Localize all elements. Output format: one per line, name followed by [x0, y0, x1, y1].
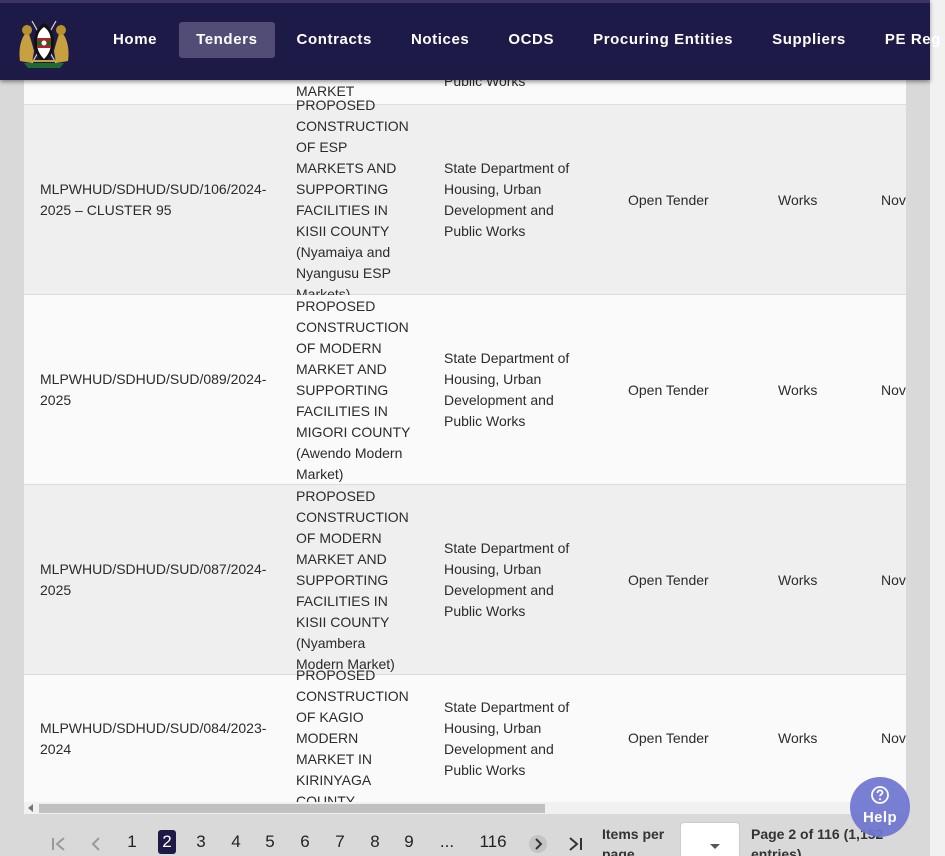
nav-home[interactable]: Home	[96, 22, 174, 58]
prev-page-icon[interactable]	[90, 836, 102, 852]
table-row[interactable]: MLPWHUD/SDHUD/SUD/084/2023-2024 PROPOSED…	[24, 667, 906, 802]
tender-title: PROPOSED CONSTRUCTION OF MODERN MARKET A…	[296, 297, 411, 482]
tender-reference: MLPWHUD/SDHUD/SUD/089/2024-2025	[40, 371, 267, 408]
table-row[interactable]: MARKET Public Works	[24, 80, 906, 105]
page-link-current[interactable]: 2	[158, 830, 176, 854]
tender-title: PROPOSED CONSTRUCTION OF MODERN MARKET A…	[296, 487, 409, 672]
page-link-4[interactable]: 4	[228, 830, 244, 854]
procurement-category: Works	[778, 191, 818, 208]
page-link-6[interactable]: 6	[297, 830, 313, 854]
page-link-5[interactable]: 5	[262, 830, 278, 854]
page-link-8[interactable]: 8	[367, 830, 383, 854]
procurement-method: Open Tender	[628, 571, 709, 588]
procurement-category: Works	[778, 571, 818, 588]
table-row[interactable]: MLPWHUD/SDHUD/SUD/106/2024-2025 – CLUSTE…	[24, 97, 906, 302]
tender-title: PROPOSED CONSTRUCTION OF ESP MARKETS AND…	[296, 97, 409, 302]
procuring-entity: Public Works	[444, 80, 584, 95]
nav-contracts[interactable]: Contracts	[280, 22, 389, 58]
procuring-entity: State Department of Housing, Urban Devel…	[444, 540, 570, 619]
table-row[interactable]: MLPWHUD/SDHUD/SUD/087/2024-2025 PROPOSED…	[24, 485, 906, 675]
page-ellipsis[interactable]: ...	[436, 830, 458, 854]
horizontal-scrollbar-thumb[interactable]	[39, 804, 545, 813]
nav-procuring-entities[interactable]: Procuring Entities	[576, 22, 750, 58]
tender-reference: MLPWHUD/SDHUD/SUD/084/2023-2024	[40, 719, 267, 757]
tender-reference: MLPWHUD/SDHUD/SUD/106/2024-2025 – CLUSTE…	[40, 181, 267, 218]
procurement-method: Open Tender	[628, 191, 709, 208]
items-per-page-select[interactable]	[680, 822, 740, 856]
nav-tenders[interactable]: Tenders	[179, 22, 275, 58]
page-link-7[interactable]: 7	[332, 830, 348, 854]
procuring-entity: State Department of Housing, Urban Devel…	[444, 350, 570, 429]
page-link-last[interactable]: 116	[477, 830, 509, 854]
page: Home Tenders Contracts Notices OCDS Proc…	[0, 0, 945, 856]
procurement-category: Works	[778, 730, 818, 746]
procurement-category: Works	[778, 381, 818, 398]
scroll-left-arrow-icon[interactable]	[28, 804, 33, 812]
pagination: 1 2 3 4 5 6 7 8 9 ... 116 Items per page…	[0, 814, 930, 856]
tender-title: PROPOSED CONSTRUCTION OF KAGIO MODERN MA…	[296, 667, 409, 802]
dropdown-arrow-icon	[710, 844, 720, 849]
page-link-3[interactable]: 3	[193, 830, 209, 854]
help-circle-icon	[871, 786, 889, 804]
horizontal-scrollbar[interactable]	[24, 802, 906, 814]
table-row[interactable]: MLPWHUD/SDHUD/SUD/089/2024-2025 PROPOSED…	[24, 295, 906, 485]
tender-date: Nov 26th	[881, 571, 906, 588]
items-per-page-label: Items per page	[602, 826, 665, 856]
page-link-1[interactable]: 1	[124, 830, 140, 854]
procurement-method: Open Tender	[628, 381, 709, 398]
kenya-coat-of-arms-logo[interactable]	[16, 17, 72, 69]
tender-date: Nov 26th	[881, 381, 906, 398]
procuring-entity: State Department of Housing, Urban Devel…	[444, 160, 570, 239]
top-navbar: Home Tenders Contracts Notices OCDS Proc…	[0, 0, 940, 80]
help-button[interactable]: Help	[850, 777, 910, 837]
main-nav: Home Tenders Contracts Notices OCDS Proc…	[96, 22, 945, 58]
help-label: Help	[862, 809, 898, 826]
next-page-icon[interactable]	[528, 834, 548, 854]
procuring-entity-text: Public Works	[444, 80, 526, 89]
first-page-icon[interactable]	[50, 836, 68, 852]
tender-date: Nov 26th	[881, 191, 906, 208]
tender-reference: MLPWHUD/SDHUD/SUD/087/2024-2025	[40, 561, 267, 598]
tenders-table: MARKET Public Works MLPWHUD/SDHUD/SUD/10…	[24, 80, 906, 802]
vertical-scrollbar[interactable]	[930, 0, 945, 856]
procuring-entity: State Department of Housing, Urban Devel…	[444, 698, 570, 778]
nav-pe-registration[interactable]: PE Reg	[868, 22, 945, 58]
last-page-icon[interactable]	[566, 836, 584, 852]
nav-ocds[interactable]: OCDS	[491, 22, 571, 58]
procurement-method: Open Tender	[628, 730, 709, 746]
page-link-9[interactable]: 9	[401, 830, 417, 854]
nav-notices[interactable]: Notices	[394, 22, 486, 58]
nav-suppliers[interactable]: Suppliers	[755, 22, 863, 58]
